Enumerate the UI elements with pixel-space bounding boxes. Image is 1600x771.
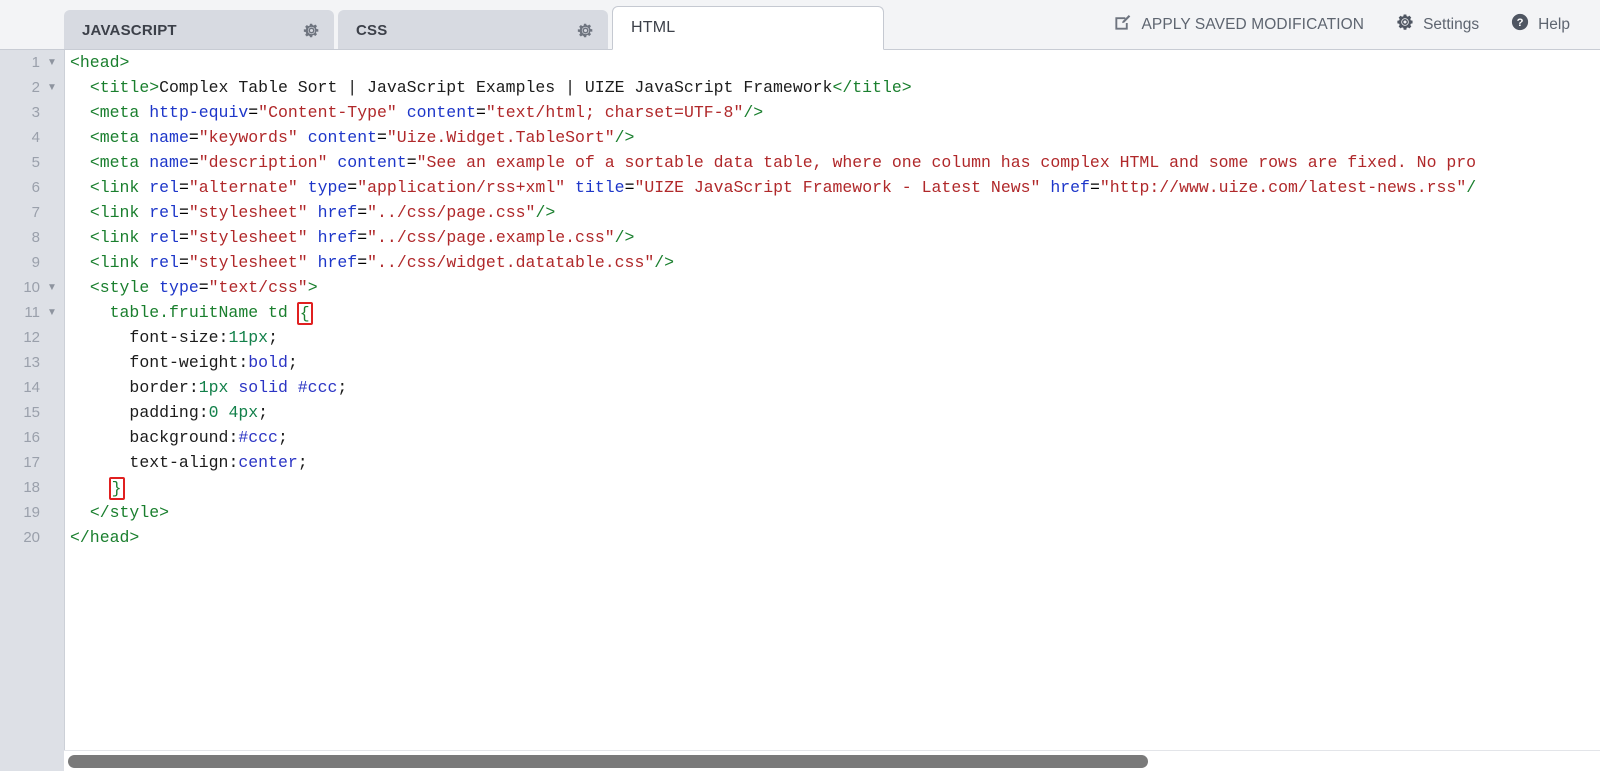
gutter-line: 20 <box>23 529 40 546</box>
gutter-line: 12 <box>23 329 40 346</box>
gutter-line: 19 <box>23 504 40 521</box>
gutter-line: 8 <box>31 229 40 246</box>
code-line-11[interactable]: table.fruitName td { <box>64 300 1600 325</box>
code-line-16[interactable]: background:#ccc; <box>64 425 1600 450</box>
fold-arrow-icon[interactable]: ▼ <box>46 75 58 100</box>
line-number-gutter: 1 ▼ 2 ▼ 3 4 5 6 7 8 9 10 ▼ 11 ▼ 12 13 14 15 … <box>0 50 64 750</box>
code-line-7[interactable]: <link rel="stylesheet" href="../css/page… <box>64 200 1600 225</box>
code-line-9[interactable]: <link rel="stylesheet" href="../css/widg… <box>64 250 1600 275</box>
gutter-line: 3 <box>31 104 40 121</box>
gear-icon[interactable] <box>577 22 594 39</box>
gutter-line: 18 <box>23 479 40 496</box>
help-button[interactable]: ? Help <box>1495 13 1586 36</box>
tab-javascript-label: JAVASCRIPT <box>82 21 177 39</box>
apply-saved-modification-label: APPLY SAVED MODIFICATION <box>1141 15 1365 33</box>
editor-toolbar: JAVASCRIPT CSS HTML APPLY SAVED MODIFICA… <box>0 0 1600 50</box>
code-line-10[interactable]: <style type="text/css"> <box>64 275 1600 300</box>
code-line-20[interactable]: </head> <box>64 525 1600 550</box>
brace-highlight-open: { <box>296 302 313 325</box>
code-line-18[interactable]: } <box>64 475 1600 500</box>
gutter-line: 9 <box>31 254 40 271</box>
code-line-1[interactable]: <head> <box>64 50 1600 75</box>
code-line-13[interactable]: font-weight:bold; <box>64 350 1600 375</box>
gutter-line: 10 ▼ <box>0 275 64 300</box>
code-line-6[interactable]: <link rel="alternate" type="application/… <box>64 175 1600 200</box>
gutter-line: 16 <box>23 429 40 446</box>
gutter-line: 5 <box>31 154 40 171</box>
gutter-line: 15 <box>23 404 40 421</box>
gutter-line: 6 <box>31 179 40 196</box>
gear-icon[interactable] <box>303 22 320 39</box>
tab-css-label: CSS <box>356 21 388 39</box>
apply-saved-modification-button[interactable]: APPLY SAVED MODIFICATION <box>1097 13 1380 37</box>
code-line-4[interactable]: <meta name="keywords" content="Uize.Widg… <box>64 125 1600 150</box>
gutter-line: 11 ▼ <box>0 300 64 325</box>
code-editor[interactable]: 1 ▼ 2 ▼ 3 4 5 6 7 8 9 10 ▼ 11 ▼ 12 13 14 15 … <box>0 50 1600 750</box>
gutter-line: 4 <box>31 129 40 146</box>
svg-text:?: ? <box>1517 17 1524 29</box>
code-line-17[interactable]: text-align:center; <box>64 450 1600 475</box>
horizontal-scrollbar[interactable] <box>64 750 1600 771</box>
gutter-line: 2 ▼ <box>0 75 64 100</box>
fold-arrow-icon[interactable]: ▼ <box>46 275 58 300</box>
tab-html-label: HTML <box>631 19 676 36</box>
code-line-8[interactable]: <link rel="stylesheet" href="../css/page… <box>64 225 1600 250</box>
edit-square-icon <box>1113 13 1132 37</box>
code-line-14[interactable]: border:1px solid #ccc; <box>64 375 1600 400</box>
tab-html[interactable]: HTML <box>612 6 884 50</box>
gutter-line: 7 <box>31 204 40 221</box>
code-line-15[interactable]: padding:0 4px; <box>64 400 1600 425</box>
brace-highlight-close: } <box>108 477 125 500</box>
fold-arrow-icon[interactable]: ▼ <box>46 50 58 75</box>
gutter-line: 1 ▼ <box>0 50 64 75</box>
code-line-19[interactable]: </style> <box>64 500 1600 525</box>
editor-tab-bar: JAVASCRIPT CSS HTML <box>64 6 888 50</box>
fold-arrow-icon[interactable]: ▼ <box>46 300 58 325</box>
code-line-5[interactable]: <meta name="description" content="See an… <box>64 150 1600 175</box>
code-line-2[interactable]: <title>Complex Table Sort | JavaScript E… <box>64 75 1600 100</box>
gutter-line: 14 <box>23 379 40 396</box>
code-line-12[interactable]: font-size:11px; <box>64 325 1600 350</box>
help-circle-icon: ? <box>1511 13 1529 36</box>
settings-label: Settings <box>1423 15 1480 33</box>
horizontal-scrollbar-thumb[interactable] <box>68 755 1148 768</box>
code-content[interactable]: <head> <title>Complex Table Sort | JavaS… <box>64 50 1600 750</box>
gutter-line: 17 <box>23 454 40 471</box>
header-actions: APPLY SAVED MODIFICATION Settings ? Help <box>1097 0 1586 49</box>
settings-button[interactable]: Settings <box>1380 13 1495 36</box>
gutter-footer <box>0 750 64 771</box>
tab-javascript[interactable]: JAVASCRIPT <box>64 10 334 50</box>
code-line-3[interactable]: <meta http-equiv="Content-Type" content=… <box>64 100 1600 125</box>
gutter-line: 13 <box>23 354 40 371</box>
gear-icon <box>1396 13 1414 36</box>
help-label: Help <box>1538 15 1570 33</box>
tab-css[interactable]: CSS <box>338 10 608 50</box>
